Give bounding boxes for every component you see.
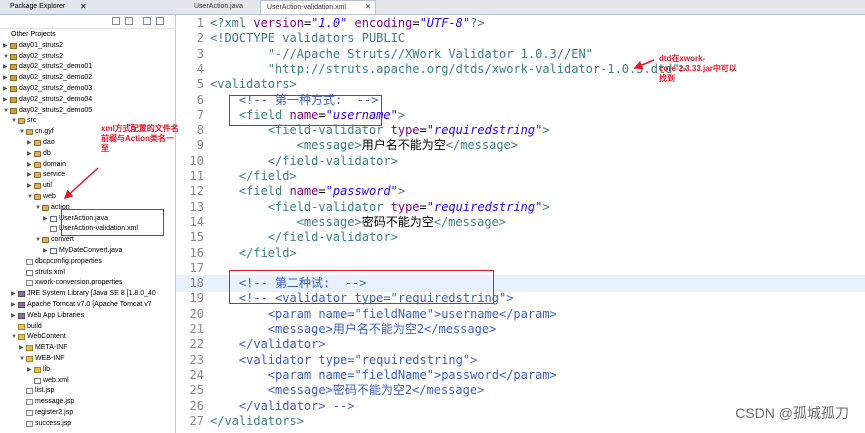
right-annotation: dtd在xwork- core-2.3.33.jar中可以 找到 bbox=[659, 54, 737, 84]
annotation-line: 找到 bbox=[659, 74, 675, 83]
arrow-to-dtd bbox=[633, 59, 655, 70]
annotation-line: 前缀与Action类名一 bbox=[101, 134, 174, 143]
annotation-line: dtd在xwork- bbox=[659, 54, 706, 63]
annotation-line: xml方式配置的文件名 bbox=[101, 124, 179, 133]
watermark: CSDN @孤城孤刀 bbox=[735, 405, 849, 421]
annotation-line: 至 bbox=[101, 144, 109, 153]
left-annotation: xml方式配置的文件名 前缀与Action类名一 至 bbox=[101, 124, 179, 154]
annotation-line: core-2.3.33.jar中可以 bbox=[659, 64, 737, 73]
arrow-to-validation-file bbox=[63, 167, 99, 200]
